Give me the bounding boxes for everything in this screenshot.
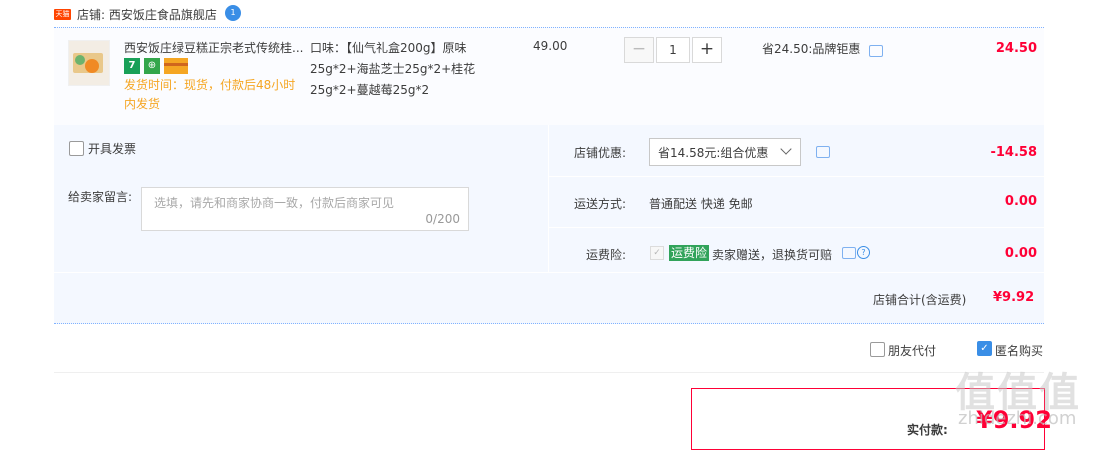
chevron-down-icon (780, 143, 792, 155)
item-promotion: 省24.50:品牌钜惠 (762, 42, 861, 56)
friend-pay-checkbox[interactable] (870, 342, 885, 357)
friend-pay-label[interactable]: 朋友代付 (888, 342, 936, 359)
insurance-checkbox: ✓ (650, 246, 664, 260)
seven-day-return-icon: 7 (124, 58, 140, 74)
help-icon[interactable]: ? (857, 246, 870, 259)
discount-amount: -14.58 (990, 145, 1037, 160)
invoice-label[interactable]: 开具发票 (88, 140, 136, 157)
product-thumbnail[interactable] (68, 40, 110, 86)
memo-char-count: 0/200 (425, 212, 460, 226)
insurance-amount: 0.00 (1004, 246, 1037, 261)
store-discount-label: 店铺优惠: (573, 146, 626, 160)
payment-label: 实付款: (907, 423, 948, 437)
quantity-plus-button[interactable]: + (692, 37, 722, 63)
section-divider (54, 372, 1044, 373)
seller-memo-input[interactable]: 选填，请先和商家协商一致，付款后商家可见 0/200 (141, 187, 469, 231)
shipping-amount: 0.00 (1004, 194, 1037, 209)
tmall-tag: 天猫 (54, 9, 71, 20)
card-stripe (164, 63, 188, 66)
quantity-stepper: − 1 + (624, 37, 722, 63)
store-chat-badge[interactable]: 1 (225, 5, 241, 21)
quantity-minus-button[interactable]: − (624, 37, 654, 63)
shield-icon: ⊕ (144, 58, 160, 74)
insurance-text: 卖家赠送，退换货可赔 (712, 248, 833, 262)
item-total-price: 24.50 (995, 41, 1037, 56)
insurance-chat-icon[interactable] (842, 247, 856, 259)
store-subtotal-label: 店铺合计(含运费) (873, 293, 967, 307)
anonymous-checkbox[interactable]: ✓ (977, 341, 992, 356)
thumbnail-fruit (85, 59, 99, 73)
watermark-url: zhidezhi.com (958, 408, 1077, 429)
store-name[interactable]: 店铺: 西安饭庄食品旗舰店 (77, 6, 217, 23)
discount-chat-icon[interactable] (816, 146, 830, 158)
options-row-divider (548, 176, 1044, 177)
promo-chat-icon[interactable] (869, 45, 883, 57)
options-divider (548, 125, 549, 272)
anonymous-label[interactable]: 匿名购买 (995, 342, 1043, 359)
insurance-label: 运费险: (585, 248, 626, 262)
store-subtotal-value: ¥9.92 (993, 290, 1035, 305)
memo-placeholder: 选填，请先和商家协商一致，付款后商家可见 (154, 196, 395, 210)
insurance-tag: 运费险 (669, 245, 710, 261)
options-row-divider (548, 227, 1044, 228)
thumbnail-leaf (75, 55, 85, 65)
store-discount-select[interactable]: 省14.58元:组合优惠 (649, 138, 801, 166)
sku-description: 口味：【仙气礼盒200g】原味25g*2+海盐芝士25g*2+桂花25g*2+蔓… (310, 41, 476, 97)
invoice-checkbox[interactable] (69, 141, 84, 156)
discount-selected-value: 省14.58元:组合优惠 (658, 146, 769, 160)
quantity-input[interactable]: 1 (656, 37, 690, 63)
credit-card-icon (164, 58, 188, 74)
shipping-time-note: 发货时间：现货，付款后48小时内发货 (124, 78, 296, 111)
shipping-label: 运送方式: (573, 197, 626, 211)
memo-label: 给卖家留言: (68, 190, 133, 204)
product-title[interactable]: 西安饭庄绿豆糕正宗老式传统桂... (124, 39, 304, 56)
shipping-method: 普通配送 快递 免邮 (649, 197, 753, 211)
unit-price: 49.00 (533, 39, 568, 53)
